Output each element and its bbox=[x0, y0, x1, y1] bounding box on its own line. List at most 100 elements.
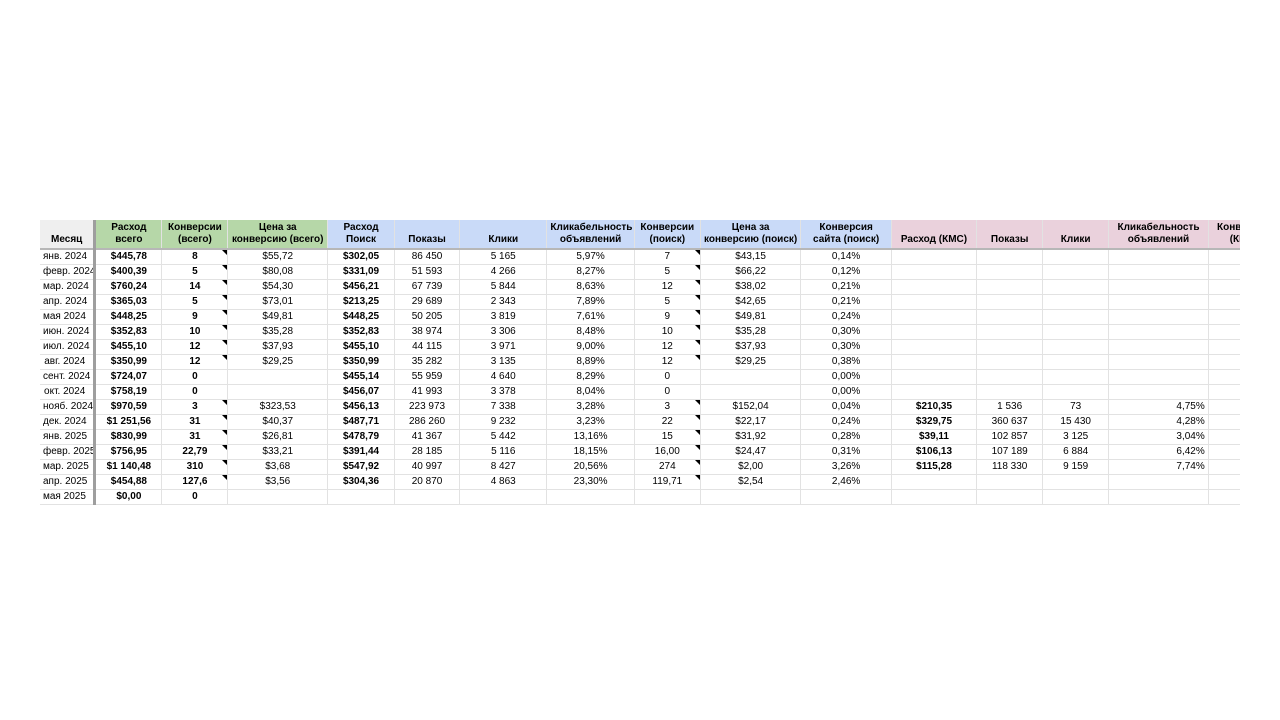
cell-conv-kms[interactable]: 0 bbox=[1208, 399, 1240, 415]
cell-spend-kms[interactable]: $106,13 bbox=[891, 444, 978, 460]
cell-site-conv-search[interactable]: 0,38% bbox=[800, 354, 892, 370]
cell-cpa-total[interactable]: $3,68 bbox=[227, 459, 328, 475]
cell-cpa-search[interactable]: $22,17 bbox=[700, 414, 802, 430]
cell-conv-search[interactable]: 12 bbox=[634, 279, 701, 295]
cell-spend-kms[interactable] bbox=[891, 354, 978, 370]
cell-conv-kms[interactable]: 0 bbox=[1208, 429, 1240, 445]
cell-conv-kms[interactable] bbox=[1208, 264, 1240, 280]
cell-ctr-kms[interactable]: 4,28% bbox=[1108, 414, 1209, 430]
cell-conv-total[interactable]: 3 bbox=[161, 399, 229, 415]
cell-conv-total[interactable]: 127,6 bbox=[161, 474, 229, 490]
cell-ctr-kms[interactable] bbox=[1108, 294, 1209, 310]
cell-ctr-kms[interactable] bbox=[1108, 324, 1209, 340]
cell-ctr-kms[interactable] bbox=[1108, 489, 1209, 505]
cell-spend-total[interactable]: $454,88 bbox=[94, 474, 163, 490]
header-conv-search[interactable]: Конверсии (поиск) bbox=[634, 220, 701, 250]
cell-conv-kms[interactable] bbox=[1208, 339, 1240, 355]
cell-clicks-kms[interactable]: 6 884 bbox=[1042, 444, 1110, 460]
cell-conv-search[interactable]: 12 bbox=[634, 354, 701, 370]
cell-clicks-kms[interactable] bbox=[1042, 249, 1110, 265]
cell-impr-kms[interactable]: 360 637 bbox=[976, 414, 1044, 430]
cell-conv-kms[interactable] bbox=[1208, 474, 1240, 490]
cell-month[interactable]: мая 2024 bbox=[40, 309, 97, 325]
cell-ctr-kms[interactable]: 4,75% bbox=[1108, 399, 1209, 415]
cell-clicks-kms[interactable]: 9 159 bbox=[1042, 459, 1110, 475]
cell-clicks-kms[interactable] bbox=[1042, 474, 1110, 490]
cell-conv-total[interactable]: 12 bbox=[161, 354, 229, 370]
cell-month[interactable]: апр. 2024 bbox=[40, 294, 97, 310]
cell-impr-kms[interactable] bbox=[976, 489, 1044, 505]
cell-spend-total[interactable]: $1 140,48 bbox=[94, 459, 163, 475]
header-spend-kms[interactable]: Расход (КМС) bbox=[891, 220, 978, 250]
cell-conv-search[interactable]: 12 bbox=[634, 339, 701, 355]
cell-impr-search[interactable] bbox=[394, 489, 461, 505]
cell-impr-search[interactable]: 40 997 bbox=[394, 459, 461, 475]
cell-ctr-search[interactable]: 13,16% bbox=[546, 429, 635, 445]
cell-conv-search[interactable]: 274 bbox=[634, 459, 701, 475]
header-month[interactable]: Месяц bbox=[40, 220, 97, 250]
header-cpa-search[interactable]: Цена за конверсию (поиск) bbox=[700, 220, 802, 250]
cell-site-conv-search[interactable]: 0,30% bbox=[800, 339, 892, 355]
cell-conv-total[interactable]: 5 bbox=[161, 264, 229, 280]
cell-ctr-search[interactable]: 20,56% bbox=[546, 459, 635, 475]
cell-impr-search[interactable]: 286 260 bbox=[394, 414, 461, 430]
cell-clicks-kms[interactable] bbox=[1042, 384, 1110, 400]
cell-spend-kms[interactable] bbox=[891, 249, 978, 265]
cell-cpa-search[interactable]: $49,81 bbox=[700, 309, 802, 325]
cell-spend-total[interactable]: $1 251,56 bbox=[94, 414, 163, 430]
cell-ctr-kms[interactable]: 7,74% bbox=[1108, 459, 1209, 475]
cell-impr-kms[interactable] bbox=[976, 474, 1044, 490]
cell-impr-kms[interactable] bbox=[976, 249, 1044, 265]
cell-conv-total[interactable]: 5 bbox=[161, 294, 229, 310]
cell-spend-kms[interactable] bbox=[891, 279, 978, 295]
header-clicks-search[interactable]: Клики bbox=[459, 220, 548, 250]
cell-cpa-search[interactable]: $29,25 bbox=[700, 354, 802, 370]
cell-impr-kms[interactable] bbox=[976, 339, 1044, 355]
cell-cpa-search[interactable]: $35,28 bbox=[700, 324, 802, 340]
cell-spend-search[interactable]: $455,14 bbox=[327, 369, 396, 385]
cell-spend-total[interactable]: $448,25 bbox=[94, 309, 163, 325]
cell-cpa-total[interactable] bbox=[227, 489, 328, 505]
cell-spend-total[interactable]: $760,24 bbox=[94, 279, 163, 295]
cell-clicks-search[interactable]: 3 819 bbox=[459, 309, 548, 325]
cell-spend-total[interactable]: $445,78 bbox=[94, 249, 163, 265]
cell-conv-search[interactable]: 10 bbox=[634, 324, 701, 340]
cell-spend-total[interactable]: $724,07 bbox=[94, 369, 163, 385]
header-impr-search[interactable]: Показы bbox=[394, 220, 461, 250]
cell-spend-search[interactable]: $478,79 bbox=[327, 429, 396, 445]
cell-ctr-search[interactable]: 8,04% bbox=[546, 384, 635, 400]
cell-conv-search[interactable]: 9 bbox=[634, 309, 701, 325]
cell-impr-search[interactable]: 20 870 bbox=[394, 474, 461, 490]
cell-spend-total[interactable]: $365,03 bbox=[94, 294, 163, 310]
cell-spend-total[interactable]: $352,83 bbox=[94, 324, 163, 340]
cell-conv-search[interactable]: 0 bbox=[634, 384, 701, 400]
cell-cpa-total[interactable]: $80,08 bbox=[227, 264, 328, 280]
cell-cpa-search[interactable]: $152,04 bbox=[700, 399, 802, 415]
cell-conv-total[interactable]: 22,79 bbox=[161, 444, 229, 460]
cell-spend-total[interactable]: $970,59 bbox=[94, 399, 163, 415]
header-ctr-kms[interactable]: Кликабельность объявлений bbox=[1108, 220, 1209, 250]
cell-cpa-total[interactable]: $49,81 bbox=[227, 309, 328, 325]
cell-conv-search[interactable]: 0 bbox=[634, 369, 701, 385]
cell-spend-total[interactable]: $350,99 bbox=[94, 354, 163, 370]
cell-ctr-search[interactable]: 8,89% bbox=[546, 354, 635, 370]
cell-spend-kms[interactable] bbox=[891, 474, 978, 490]
cell-impr-search[interactable]: 28 185 bbox=[394, 444, 461, 460]
cell-impr-search[interactable]: 41 367 bbox=[394, 429, 461, 445]
cell-spend-total[interactable]: $758,19 bbox=[94, 384, 163, 400]
cell-impr-kms[interactable] bbox=[976, 384, 1044, 400]
cell-impr-search[interactable]: 223 973 bbox=[394, 399, 461, 415]
cell-clicks-search[interactable]: 4 863 bbox=[459, 474, 548, 490]
cell-spend-total[interactable]: $455,10 bbox=[94, 339, 163, 355]
cell-ctr-search[interactable]: 18,15% bbox=[546, 444, 635, 460]
cell-clicks-search[interactable]: 3 378 bbox=[459, 384, 548, 400]
cell-ctr-kms[interactable] bbox=[1108, 249, 1209, 265]
header-site-conv-search[interactable]: Конверсия сайта (поиск) bbox=[800, 220, 892, 250]
cell-cpa-search[interactable]: $38,02 bbox=[700, 279, 802, 295]
cell-month[interactable]: июн. 2024 bbox=[40, 324, 97, 340]
cell-ctr-search[interactable]: 8,48% bbox=[546, 324, 635, 340]
cell-conv-search[interactable]: 5 bbox=[634, 264, 701, 280]
cell-conv-total[interactable]: 10 bbox=[161, 324, 229, 340]
cell-cpa-search[interactable]: $2,54 bbox=[700, 474, 802, 490]
cell-spend-kms[interactable]: $39,11 bbox=[891, 429, 978, 445]
